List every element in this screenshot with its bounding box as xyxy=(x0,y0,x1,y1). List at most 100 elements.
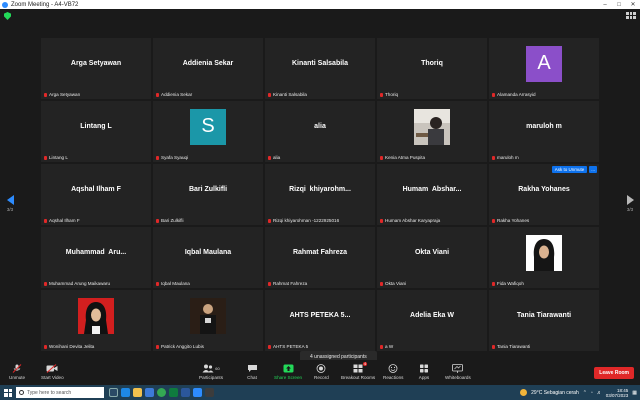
next-page-button[interactable]: 3/3 xyxy=(624,195,636,212)
participant-tile[interactable]: Muhammad Aru... Muhammad Arung Maikawaru xyxy=(41,227,151,288)
participants-button[interactable]: 60 Participants xyxy=(199,364,223,380)
zoom-taskbar-icon[interactable] xyxy=(193,388,202,397)
volume-icon[interactable]: ♬ xyxy=(597,390,602,396)
weather-text[interactable]: 29°C Sebagian cerah xyxy=(531,390,579,396)
participant-photo xyxy=(377,101,487,152)
participant-name-tag: Tania Tiarawanti xyxy=(492,344,530,349)
network-icon[interactable]: ▫ xyxy=(591,390,593,396)
taskbar-clock[interactable]: 18:45 03/07/2023 xyxy=(606,388,629,398)
participant-name-tag: Rakha Yohanes xyxy=(492,218,529,223)
security-shield-icon[interactable] xyxy=(4,12,11,20)
chrome-icon[interactable] xyxy=(157,388,166,397)
participant-name-label: Okta Viani xyxy=(385,281,407,286)
minimize-icon[interactable]: – xyxy=(598,2,612,8)
breakout-rooms-icon: 4 xyxy=(352,362,368,373)
participant-display-name: Thoriq xyxy=(421,60,443,67)
title-bar: Zoom Meeting - A4-VB72 – □ ✕ xyxy=(0,0,640,9)
participant-tile[interactable]: Okta Viani Okta Viani xyxy=(377,227,487,288)
leave-room-button[interactable]: Leave Room xyxy=(594,367,634,379)
mic-muted-icon xyxy=(268,218,271,223)
word-icon[interactable] xyxy=(181,388,190,397)
excel-icon[interactable] xyxy=(169,388,178,397)
chevron-left-icon[interactable] xyxy=(6,195,14,205)
participant-tile[interactable]: Rizqi khiyarohm... Rizqi khiyarohman -122… xyxy=(265,164,375,225)
file-explorer-icon[interactable] xyxy=(133,388,142,397)
participant-tile[interactable]: Kinanti Salsabila Kinanti Salsabila xyxy=(265,38,375,99)
participant-tile[interactable]: Rahmat Fahreza Rahmat Fahreza xyxy=(265,227,375,288)
notifications-icon[interactable]: ▦ xyxy=(632,390,637,396)
participant-name-tag: Lintang L xyxy=(44,155,68,160)
breakout-rooms-label: Breakout Rooms xyxy=(341,375,376,380)
participant-display-name: Aqshal Ilham F xyxy=(71,186,121,193)
participant-tile[interactable]: Wonihani Devita Jelita xyxy=(41,290,151,351)
unmute-button[interactable]: Unmute xyxy=(9,364,25,380)
participant-tile[interactable]: Lintang L Lintang L xyxy=(41,101,151,162)
close-icon[interactable]: ✕ xyxy=(626,1,640,8)
record-button[interactable]: Record xyxy=(314,364,329,380)
reactions-button[interactable]: Reactions xyxy=(383,364,403,380)
participant-name-label: Iqbal Maulana xyxy=(161,281,190,286)
participant-name-tag: Humam Abshar Karyapraja xyxy=(380,218,440,223)
participant-tile[interactable]: alia alia xyxy=(265,101,375,162)
more-options-button[interactable]: ... xyxy=(589,166,597,173)
participant-display-name: Humam Abshar... xyxy=(402,186,462,193)
share-screen-button[interactable]: Share Screen xyxy=(274,364,302,380)
whiteboard-icon xyxy=(452,364,464,373)
participant-display-name: alia xyxy=(314,123,326,130)
participant-name-tag: Kenia Atma Puspita xyxy=(380,155,425,160)
ask-to-unmute-button[interactable]: Ask to Unmute xyxy=(551,166,588,173)
participant-name-tag: Aqshal Ilham F xyxy=(44,218,80,223)
mic-muted-icon xyxy=(268,344,271,349)
participant-tile[interactable]: Adelia Eka W a W xyxy=(377,290,487,351)
app-icon[interactable] xyxy=(205,388,214,397)
chevron-right-icon[interactable] xyxy=(626,195,634,205)
edge-browser-icon[interactable] xyxy=(121,388,130,397)
participant-tile[interactable]: Fida Wafiqoh xyxy=(489,227,599,288)
apps-button[interactable]: Apps xyxy=(418,364,430,380)
participant-name-label: AHTS PETEKA 5 xyxy=(273,344,309,349)
system-tray: 29°C Sebagian cerah ⌃ ▫ ♬ 18:45 03/07/20… xyxy=(520,385,637,400)
participant-tile[interactable]: Aqshal Ilham F Aqshal Ilham F xyxy=(41,164,151,225)
mic-muted-icon xyxy=(268,92,271,97)
participant-tile[interactable]: S Syafa Syauqi xyxy=(153,101,263,162)
view-grid-icon[interactable] xyxy=(626,12,636,19)
participant-tile[interactable]: Humam Abshar... Humam Abshar Karyapraja xyxy=(377,164,487,225)
participant-name-label: Muhammad Arung Maikawaru xyxy=(49,281,111,286)
participant-name-label: Alamanda Arrasyid xyxy=(497,92,536,97)
windows-start-button[interactable] xyxy=(0,385,16,400)
store-icon[interactable] xyxy=(145,388,154,397)
participant-tile[interactable]: Addienia Sekar Addienia Sekar xyxy=(153,38,263,99)
participant-tile[interactable]: maruloh m maruloh m xyxy=(489,101,599,162)
participant-tile[interactable]: Rakha Yohanes Rakha Yohanes Ask to Unmute.… xyxy=(489,164,599,225)
participant-tile[interactable]: Iqbal Maulana Iqbal Maulana xyxy=(153,227,263,288)
participant-name-tag: alia xyxy=(268,155,280,160)
task-view-icon[interactable] xyxy=(109,388,118,397)
tray-chevron-up-icon[interactable]: ⌃ xyxy=(583,390,587,396)
participant-tile[interactable]: Patrick Anggito Lubis xyxy=(153,290,263,351)
participant-tile[interactable]: Arga Setyawan Arga Setyawan xyxy=(41,38,151,99)
participant-tile[interactable]: Kenia Atma Puspita xyxy=(377,101,487,162)
meeting-toolbar: Unmute Start Video 60 Participants Chat … xyxy=(0,360,640,385)
start-video-button[interactable]: Start Video xyxy=(41,364,64,380)
avatar-initial: A xyxy=(526,45,562,82)
mic-muted-icon xyxy=(44,281,47,286)
avatar: S xyxy=(153,101,263,152)
participant-tile[interactable]: AHTS PETEKA 5... AHTS PETEKA 5 xyxy=(265,290,375,351)
mic-muted-icon xyxy=(380,281,383,286)
participant-name-tag: Rizqi khiyarohman -1222925016 xyxy=(268,218,339,223)
participant-display-name: Iqbal Maulana xyxy=(184,249,232,256)
participant-tile[interactable]: Tania Tiarawanti Tania Tiarawanti xyxy=(489,290,599,351)
tile-action-buttons: Ask to Unmute... xyxy=(551,166,597,173)
participant-display-name: Lintang L xyxy=(80,123,112,130)
participant-tile[interactable]: A Alamanda Arrasyid xyxy=(489,38,599,99)
maximize-icon[interactable]: □ xyxy=(612,2,626,8)
mic-muted-icon xyxy=(156,281,159,286)
breakout-rooms-button[interactable]: 4 Breakout Rooms xyxy=(341,362,376,380)
participant-tile[interactable]: Thoriq Thoriq xyxy=(377,38,487,99)
participant-tile[interactable]: Bari Zulkifli Bari Zulkifli xyxy=(153,164,263,225)
previous-page-button[interactable]: 3/3 xyxy=(4,195,16,212)
taskbar-search-box[interactable]: Type here to search xyxy=(16,387,104,398)
chat-button[interactable]: Chat xyxy=(246,364,258,380)
whiteboards-button[interactable]: Whiteboards xyxy=(445,364,471,380)
participant-name-tag: Addienia Sekar xyxy=(156,92,192,97)
